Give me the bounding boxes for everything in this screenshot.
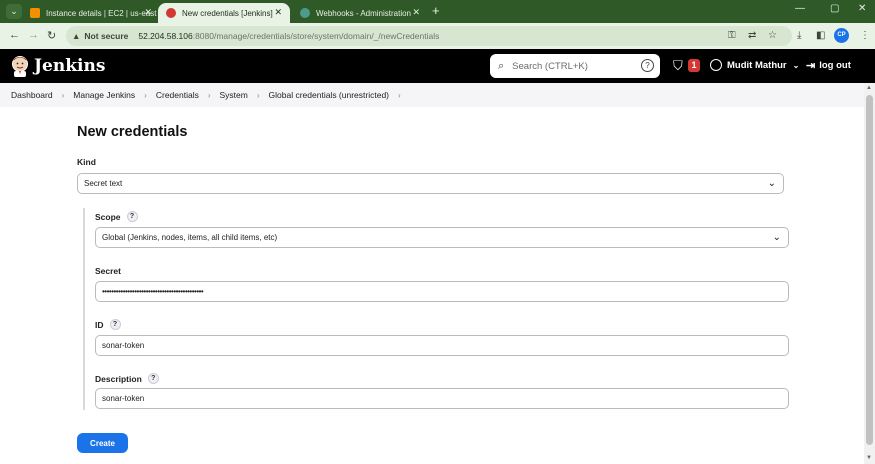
chevron-down-icon: ⌄: [767, 178, 776, 189]
url-host: 52.204.58.106: [138, 31, 193, 41]
description-label-text: Description: [95, 373, 142, 384]
chevron-right-icon: ›: [207, 90, 211, 100]
chevron-down-icon: ⌄: [772, 232, 781, 243]
breadcrumb-global-credentials[interactable]: Global credentials (unrestricted): [269, 90, 389, 100]
secret-label: Secret: [95, 266, 121, 276]
id-value: sonar-token: [102, 341, 145, 350]
jenkins-header: Jenkins ⌕ Search (CTRL+K) ? ⛉ 1 Mudit Ma…: [0, 49, 875, 83]
page-scrollbar[interactable]: ▲ ▼: [864, 83, 875, 464]
window-close-icon[interactable]: ✕: [858, 3, 866, 14]
close-tab-icon[interactable]: ✕: [144, 7, 152, 18]
user-name: Mudit Mathur: [727, 59, 787, 71]
jenkins-title[interactable]: Jenkins: [34, 56, 105, 76]
address-bar[interactable]: ▲ Not secure 52.204.58.106 :8080/manage/…: [66, 26, 792, 46]
description-input[interactable]: sonar-token: [95, 388, 789, 409]
breadcrumb-manage-jenkins[interactable]: Manage Jenkins: [73, 90, 135, 100]
reload-icon[interactable]: ↻: [47, 29, 56, 42]
jenkins-favicon-icon: [166, 8, 176, 18]
scope-select[interactable]: Global (Jenkins, nodes, items, all child…: [95, 227, 789, 248]
url-path: :8080/manage/credentials/store/system/do…: [192, 31, 440, 41]
chrome-menu-icon[interactable]: ⋮: [860, 30, 870, 41]
help-icon[interactable]: ?: [109, 319, 121, 330]
breadcrumb-dashboard[interactable]: Dashboard: [11, 90, 53, 100]
breadcrumb-system[interactable]: System: [220, 90, 248, 100]
id-label: ID ?: [95, 319, 121, 330]
chevron-right-icon: ›: [61, 90, 65, 100]
search-help-icon[interactable]: ?: [641, 59, 654, 72]
minimize-icon[interactable]: —: [795, 3, 805, 14]
back-arrow-icon[interactable]: ←: [9, 29, 20, 41]
new-tab-plus-icon[interactable]: +: [432, 3, 440, 18]
scope-label: Scope ?: [95, 211, 138, 222]
page-title: New credentials: [77, 124, 188, 140]
jenkins-logo-icon[interactable]: [10, 55, 30, 77]
scope-value: Global (Jenkins, nodes, items, all child…: [102, 233, 278, 242]
notification-badge[interactable]: 1: [688, 59, 700, 72]
profile-avatar[interactable]: CP: [834, 28, 849, 43]
logout-link[interactable]: ⇥ log out: [806, 59, 851, 72]
id-label-text: ID: [95, 319, 104, 330]
webhooks-favicon-icon: [300, 8, 310, 18]
description-label: Description ?: [95, 373, 159, 384]
bookmark-star-icon[interactable]: ☆: [768, 30, 777, 41]
chevron-right-icon[interactable]: ›: [398, 91, 401, 100]
security-shield-icon[interactable]: ⛉: [673, 58, 683, 74]
tab-search-chevron-icon[interactable]: ⌄: [6, 4, 22, 19]
side-panel-icon[interactable]: ◧: [816, 30, 825, 41]
close-tab-icon[interactable]: ✕: [274, 7, 282, 18]
not-secure-label: Not secure: [84, 31, 129, 41]
download-icon[interactable]: ⤓: [797, 30, 801, 41]
browser-tab-webhooks[interactable]: Webhooks - Administration ✕: [292, 3, 428, 23]
secret-value: ••••••••••••••••••••••••••••••••••••••••…: [102, 287, 204, 296]
tab-title: Webhooks - Administration: [316, 8, 412, 18]
browser-toolbar: ← → ↻ ▲ Not secure 52.204.58.106 :8080/m…: [0, 23, 875, 49]
search-placeholder: Search (CTRL+K): [512, 60, 588, 72]
translate-icon[interactable]: ⇄: [748, 30, 756, 41]
scroll-up-arrow-icon[interactable]: ▲: [866, 85, 872, 91]
tab-title: New credentials [Jenkins]: [182, 8, 273, 18]
help-icon[interactable]: ?: [126, 211, 138, 222]
kind-value: Secret text: [84, 179, 123, 188]
logout-icon: ⇥: [806, 60, 816, 72]
warning-icon: ▲: [72, 31, 81, 41]
forward-arrow-icon[interactable]: →: [28, 29, 39, 41]
user-avatar-icon: [710, 59, 722, 71]
chevron-right-icon: ›: [256, 90, 260, 100]
search-box[interactable]: ⌕ Search (CTRL+K) ?: [490, 54, 660, 78]
section-divider: [83, 208, 85, 410]
id-input[interactable]: sonar-token: [95, 335, 789, 356]
description-value: sonar-token: [102, 394, 145, 403]
password-key-icon[interactable]: ⚿: [728, 30, 736, 41]
secret-input[interactable]: ••••••••••••••••••••••••••••••••••••••••…: [95, 281, 789, 302]
breadcrumb: Dashboard › Manage Jenkins › Credentials…: [0, 83, 864, 107]
kind-label: Kind: [77, 157, 96, 167]
chevron-right-icon: ›: [144, 90, 147, 100]
maximize-icon[interactable]: ▢: [830, 3, 839, 14]
browser-tab-jenkins[interactable]: New credentials [Jenkins] ✕: [158, 3, 290, 23]
browser-tab-ec2[interactable]: Instance details | EC2 | us-east ✕: [22, 3, 160, 23]
aws-favicon-icon: [30, 8, 40, 18]
kind-select[interactable]: Secret text ⌄: [77, 173, 784, 194]
scroll-down-arrow-icon[interactable]: ▼: [866, 455, 872, 461]
chevron-down-icon: ⌄: [792, 60, 800, 70]
scrollbar-thumb[interactable]: [866, 95, 873, 445]
breadcrumb-credentials[interactable]: Credentials: [156, 90, 199, 100]
help-icon[interactable]: ?: [147, 373, 159, 384]
not-secure-indicator[interactable]: ▲ Not secure: [72, 31, 128, 41]
browser-tab-strip: ⌄ Instance details | EC2 | us-east ✕ New…: [0, 0, 875, 23]
tab-title: Instance details | EC2 | us-east: [46, 8, 157, 18]
close-tab-icon[interactable]: ✕: [412, 7, 420, 18]
user-menu[interactable]: Mudit Mathur ⌄: [710, 59, 799, 71]
logout-label: log out: [819, 60, 851, 71]
search-icon: ⌕: [498, 59, 505, 72]
create-button[interactable]: Create: [77, 433, 128, 453]
scope-label-text: Scope: [95, 211, 121, 222]
